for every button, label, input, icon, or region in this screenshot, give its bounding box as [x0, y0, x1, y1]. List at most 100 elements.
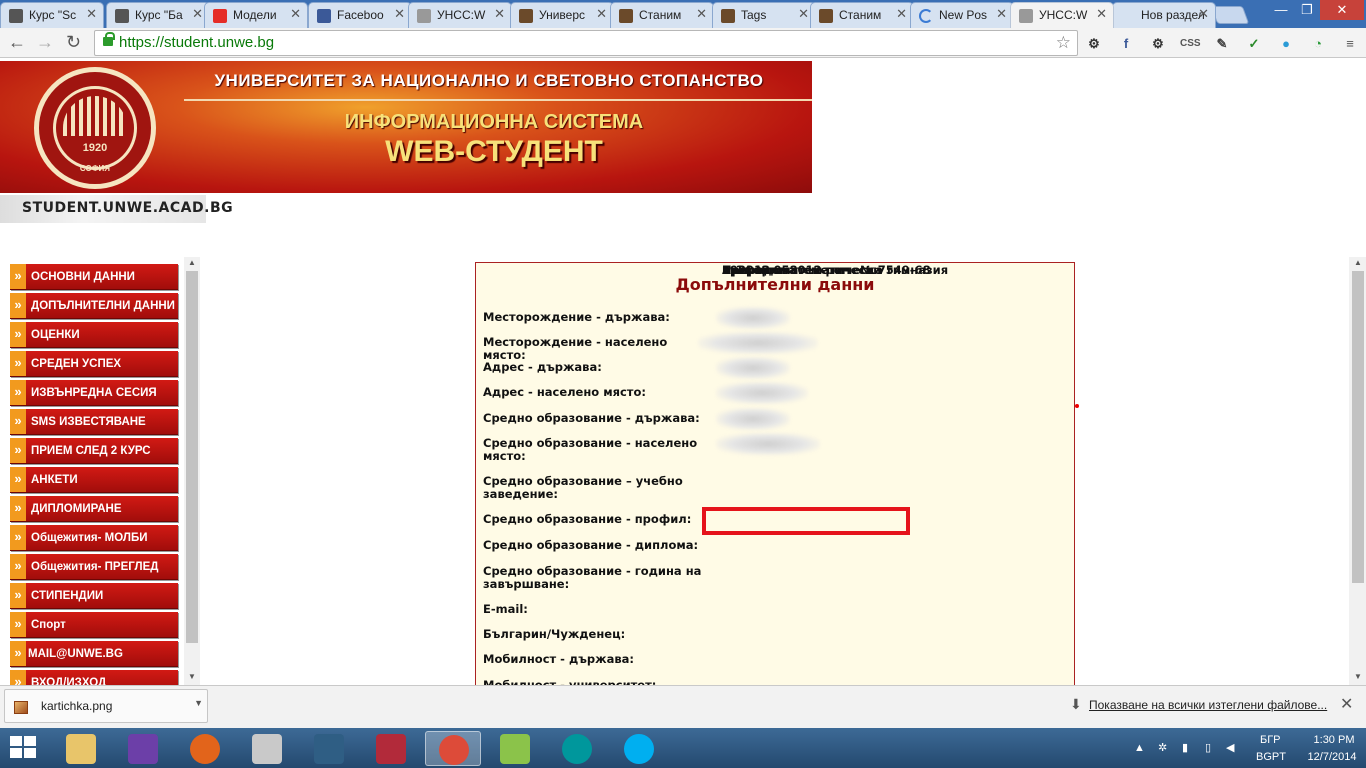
address-bar[interactable]: https://student.unwe.bg ☆ — [94, 30, 1078, 56]
tab-close-icon[interactable]: ✕ — [394, 6, 405, 22]
menu-item-14[interactable]: MAIL@UNWE.BG — [10, 641, 178, 667]
menu-item-9[interactable]: ДИПЛОМИРАНЕ — [10, 496, 178, 522]
tab-close-icon[interactable]: ✕ — [896, 6, 907, 22]
reload-icon[interactable]: ↻ — [66, 32, 81, 52]
download-filename[interactable]: kartichka.png — [41, 699, 112, 713]
tab-close-icon[interactable]: ✕ — [996, 6, 1007, 22]
close-window-button[interactable]: ✕ — [1320, 0, 1364, 20]
menu-item-6[interactable]: SMS ИЗВЕСТЯВАНЕ — [10, 409, 178, 435]
page-scroll-up-icon[interactable]: ▲ — [1354, 258, 1362, 267]
tab-close-icon[interactable]: ✕ — [86, 6, 97, 22]
tab-close-icon[interactable]: ✕ — [192, 6, 203, 22]
field-label: Средно образование - населено място: — [483, 436, 698, 463]
menu-item-15[interactable]: ВХОД/ИЗХОД — [10, 670, 178, 685]
close-shelf-icon[interactable]: ✕ — [1340, 694, 1353, 714]
taskbar-app[interactable] — [177, 731, 233, 766]
tab-close-icon[interactable]: ✕ — [1096, 6, 1107, 22]
menu-item-12[interactable]: СТИПЕНДИИ — [10, 583, 178, 609]
tab-10[interactable]: New Pos ✕ — [910, 2, 1014, 28]
tab-12[interactable]: Нов раздел ✕ — [1112, 2, 1216, 28]
taskbar-app[interactable] — [363, 731, 419, 766]
battery-icon[interactable]: ▯ — [1205, 742, 1217, 754]
tab-1[interactable]: Курс "Sc ✕ — [0, 2, 104, 28]
tab-close-icon[interactable]: ✕ — [494, 6, 505, 22]
forward-icon[interactable]: → — [36, 32, 54, 52]
chevron-down-icon[interactable]: ▼ — [194, 698, 203, 708]
url-text[interactable]: https://student.unwe.bg — [119, 34, 274, 51]
taskbar-app[interactable] — [549, 731, 605, 766]
field-label: Средно образование – учебно заведение: — [483, 474, 683, 501]
settings-icon[interactable]: ⚙ — [1084, 34, 1104, 54]
clock-date[interactable]: 12/7/2014 — [1300, 751, 1364, 763]
panel-title: Допълнителни данни — [675, 275, 875, 294]
tab-6[interactable]: Универс ✕ — [510, 2, 614, 28]
tab-close-icon[interactable]: ✕ — [596, 6, 607, 22]
fb-icon[interactable]: f — [1116, 34, 1136, 54]
taskbar-app[interactable] — [301, 731, 357, 766]
tab-close-icon[interactable]: ✕ — [290, 6, 301, 22]
menu-item-4[interactable]: СРЕДЕН УСПЕХ — [10, 351, 178, 377]
tab-9[interactable]: Станим ✕ — [810, 2, 914, 28]
tab-3[interactable]: Модели ✕ — [204, 2, 308, 28]
tab-11[interactable]: УНСС:W ✕ — [1010, 2, 1114, 28]
taskbar-app[interactable] — [115, 731, 171, 766]
menu-item-8[interactable]: АНКЕТИ — [10, 467, 178, 493]
tab-5[interactable]: УНСС:W ✕ — [408, 2, 512, 28]
tab-close-icon[interactable]: ✕ — [798, 6, 809, 22]
site-icon — [519, 9, 533, 23]
menu-item-11[interactable]: Общежития- ПРЕГЛЕД — [10, 554, 178, 580]
keyboard-layout[interactable]: BGPT — [1256, 751, 1286, 763]
gear-icon[interactable]: ⚙ — [1148, 34, 1168, 54]
taskbar-app[interactable] — [487, 731, 543, 766]
menu-item-10[interactable]: Общежития- МОЛБИ — [10, 525, 178, 551]
input-language[interactable]: БГР — [1260, 734, 1281, 746]
menu-scroll-down-icon[interactable]: ▼ — [188, 672, 196, 681]
tab-8[interactable]: Tags ✕ — [712, 2, 816, 28]
bookmark-star-icon[interactable]: ☆ — [1056, 33, 1071, 53]
taskbar-app[interactable] — [611, 731, 667, 766]
menu-scrollbar-thumb[interactable] — [186, 271, 198, 643]
show-all-downloads-link[interactable]: Показване на всички изтеглени файлове... — [1089, 698, 1327, 712]
menu-item-13[interactable]: Спорт — [10, 612, 178, 638]
tab-close-icon[interactable]: ✕ — [1198, 6, 1209, 22]
eyedropper-icon[interactable]: ✎ — [1212, 34, 1232, 54]
mysql-icon — [314, 734, 344, 764]
tab-7[interactable]: Станим ✕ — [610, 2, 714, 28]
page-scrollbar-thumb[interactable] — [1352, 271, 1364, 583]
menu-scroll-up-icon[interactable]: ▲ — [188, 258, 196, 267]
menu-item-7[interactable]: ПРИЕМ СЛЕД 2 КУРС — [10, 438, 178, 464]
abc-check-icon[interactable]: ✓ — [1244, 34, 1264, 54]
android-icon — [500, 734, 530, 764]
menu-item-3[interactable]: ОЦЕНКИ — [10, 322, 178, 348]
page-icon — [1019, 9, 1033, 23]
download-shelf: kartichka.png ▼ ⬇ Показване на всички из… — [0, 685, 1366, 728]
menu-item-2[interactable]: ДОПЪЛНИТЕЛНИ ДАННИ — [10, 293, 178, 319]
taskbar-app[interactable] — [53, 731, 109, 766]
taskbar-app[interactable] — [239, 731, 295, 766]
menu-item-1[interactable]: ОСНОВНИ ДАННИ — [10, 264, 178, 290]
taskbar-app[interactable] — [425, 731, 481, 766]
download-item[interactable]: kartichka.png ▼ — [4, 689, 208, 723]
redacted-value — [716, 307, 790, 329]
tray-expand-icon[interactable]: ▲ — [1134, 742, 1146, 754]
tab-4[interactable]: Faceboo ✕ — [308, 2, 412, 28]
signal-icon[interactable]: ▮ — [1182, 742, 1194, 754]
page-scroll-down-icon[interactable]: ▼ — [1354, 672, 1362, 681]
field-label: Адрес - държава: — [483, 360, 602, 374]
volume-icon[interactable]: ◀ — [1226, 742, 1238, 754]
menu-item-5[interactable]: ИЗВЪНРЕДНА СЕСИЯ — [10, 380, 178, 406]
maximize-button[interactable]: ❐ — [1294, 0, 1320, 20]
minimize-button[interactable]: — — [1268, 0, 1294, 20]
tab-2[interactable]: Курс "Ба ✕ — [106, 2, 210, 28]
menu-icon[interactable]: ≡ — [1340, 34, 1360, 54]
back-icon[interactable]: ← — [8, 32, 26, 52]
clock-time[interactable]: 1:30 PM — [1304, 734, 1364, 746]
redacted-value — [716, 433, 820, 455]
start-button[interactable] — [10, 736, 38, 760]
tab-close-icon[interactable]: ✕ — [696, 6, 707, 22]
timer-icon[interactable]: ◔ — [1308, 34, 1328, 54]
new-tab-button[interactable] — [1210, 6, 1250, 24]
network-share-icon[interactable]: ✲ — [1158, 742, 1170, 754]
drop-icon[interactable]: ● — [1276, 34, 1296, 54]
css-icon[interactable]: CSS — [1180, 34, 1201, 54]
